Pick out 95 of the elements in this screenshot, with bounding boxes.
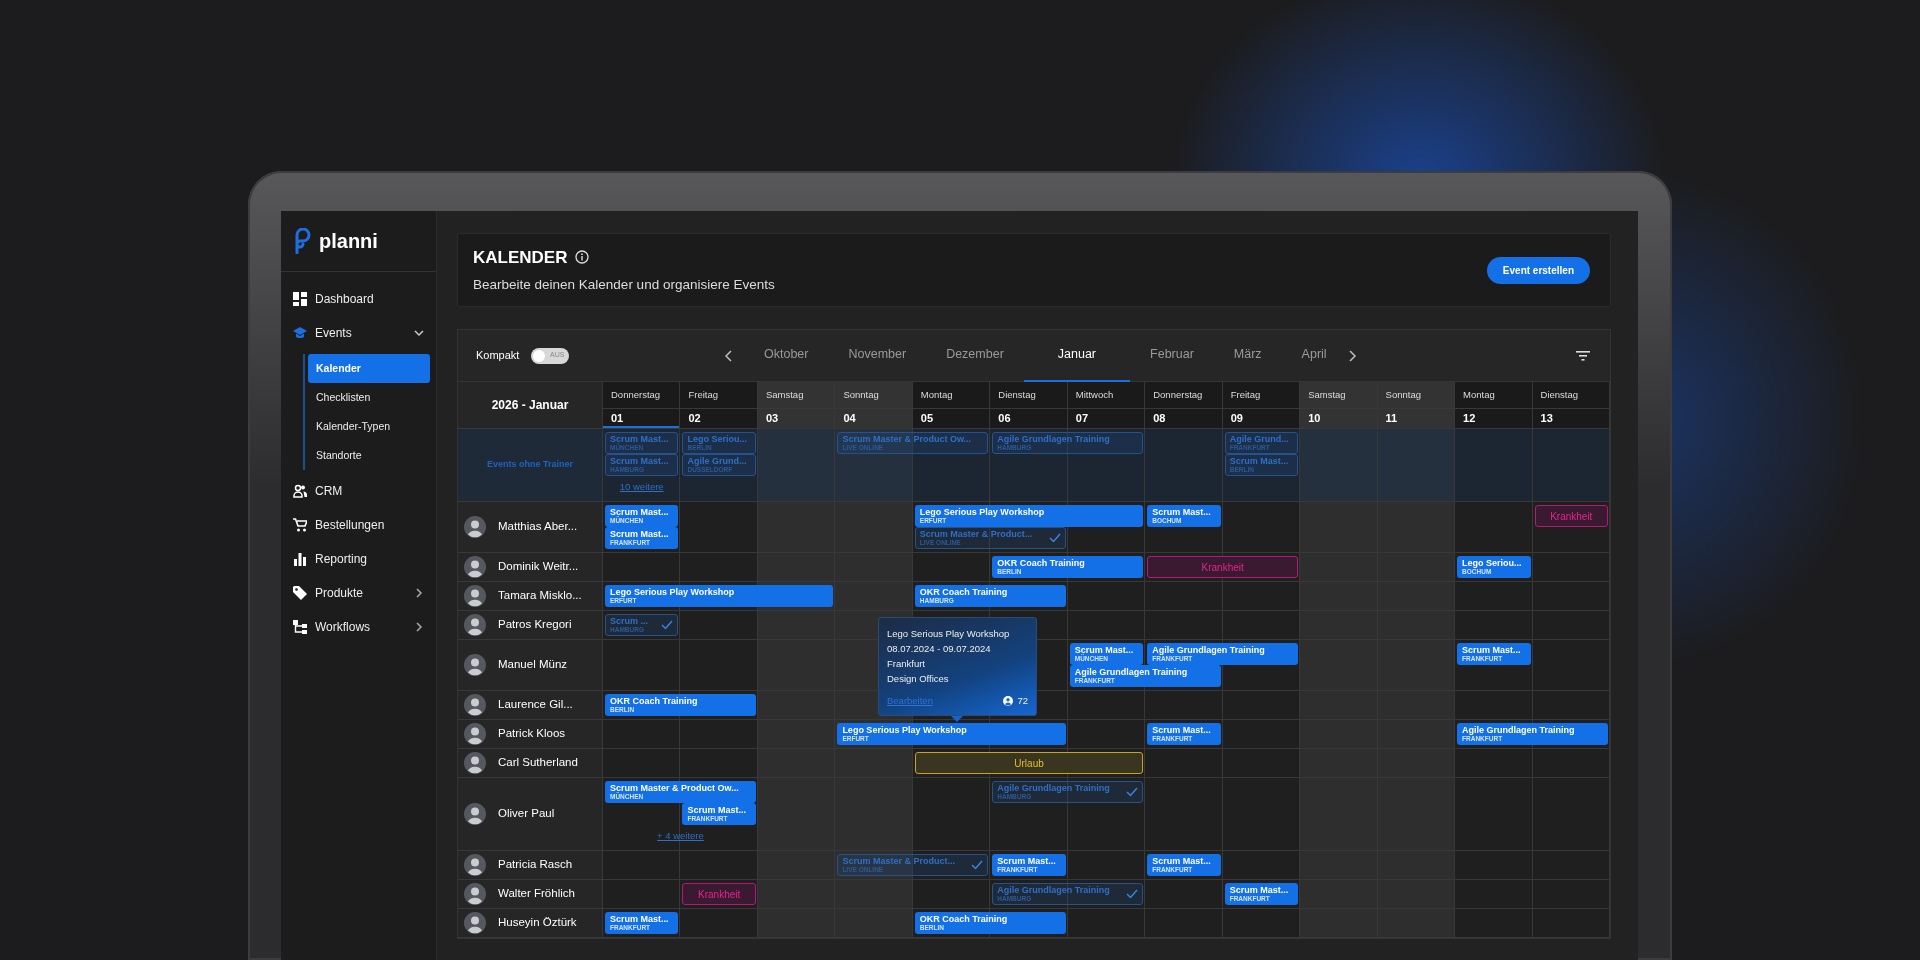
day-name: Montag — [1455, 382, 1533, 409]
day-date: 09 — [1222, 409, 1301, 429]
check-icon — [1126, 889, 1139, 899]
trainer-name: Carl Sutherland — [498, 755, 578, 771]
check-icon — [971, 860, 984, 870]
day-date: 12 — [1455, 409, 1533, 429]
trainer-name: Laurence Gil... — [498, 697, 573, 713]
person-icon — [1003, 695, 1014, 706]
day-name: Dienstag — [990, 382, 1068, 409]
avatar-icon — [464, 694, 486, 716]
day-name: Freitag — [1222, 382, 1301, 409]
nav-item[interactable]: Reporting — [281, 542, 436, 576]
check-icon — [1126, 787, 1139, 797]
popover-title: Lego Serious Play Workshop — [887, 627, 1011, 641]
trainer-name: Tamara Misklo... — [498, 588, 582, 604]
nav-item[interactable]: CRM — [281, 474, 436, 508]
sick-leave-bar[interactable]: Krankheit — [682, 883, 756, 905]
month-tab[interactable]: März — [1213, 329, 1282, 382]
day-name: Sonntag — [1377, 382, 1456, 409]
trainer-name: Manuel Münz — [498, 657, 568, 673]
chevron-left-icon[interactable] — [724, 349, 734, 362]
day-date: 08 — [1145, 409, 1223, 429]
trainer-name: Dominik Weitr... — [498, 559, 579, 575]
day-date: 11 — [1377, 409, 1456, 429]
day-date: 04 — [835, 409, 913, 429]
avatar-icon — [464, 654, 486, 676]
day-name: Mittwoch — [1067, 382, 1146, 409]
nav-item[interactable]: Produkte — [281, 576, 436, 610]
avatar-icon — [464, 883, 486, 905]
more-link[interactable]: + 4 weitere — [657, 828, 704, 844]
nav-item[interactable]: Bestellungen — [281, 508, 436, 542]
month-tab[interactable]: November — [828, 329, 927, 382]
participant-count: 72 — [1017, 694, 1028, 708]
trainer-name: Patrick Kloos — [498, 726, 566, 742]
more-link[interactable]: 10 weitere — [619, 479, 664, 495]
trainer-name: Matthias Aber... — [498, 519, 578, 535]
check-icon — [1048, 533, 1061, 543]
day-name: Montag — [912, 382, 991, 409]
month-tab[interactable]: April — [1281, 329, 1347, 382]
day-name: Samstag — [1300, 382, 1378, 409]
date-range: 08.07.2024 - 09.07.2024 — [887, 642, 992, 656]
avatar-icon — [464, 516, 486, 538]
page-title: KALENDER — [473, 246, 568, 269]
month-tab[interactable]: Oktober — [744, 329, 829, 382]
city-text: Frankfurt — [887, 657, 926, 671]
day-name: Freitag — [680, 382, 758, 409]
logo-icon — [293, 228, 313, 254]
avatar-icon — [464, 585, 486, 607]
info-icon — [575, 250, 590, 265]
create-event-button[interactable]: Event erstellen — [1486, 256, 1590, 284]
submenu-item[interactable]: Standorte — [308, 441, 430, 470]
day-date: 13 — [1532, 409, 1610, 429]
trainer-name: Huseyin Öztürk — [498, 915, 577, 931]
trainer-name: Walter Fröhlich — [498, 886, 575, 902]
avatar-icon — [464, 912, 486, 934]
day-name: Donnerstag — [603, 382, 681, 409]
avatar-icon — [464, 854, 486, 876]
logo-text: planni — [319, 229, 378, 254]
submenu-item[interactable]: Kalender-Typen — [308, 412, 430, 441]
avatar-icon — [464, 556, 486, 578]
day-date: 01 — [603, 409, 681, 429]
filter-icon[interactable] — [1576, 350, 1590, 361]
day-date: 03 — [757, 409, 836, 429]
page-subtitle: Bearbeite deinen Kalender und organisiere Events — [473, 276, 776, 295]
avatar-icon — [464, 803, 486, 825]
trainer-name: Patros Kregori — [498, 617, 572, 633]
month-tab[interactable]: Februar — [1130, 329, 1214, 382]
day-date: 02 — [680, 409, 758, 429]
chevron-right-icon[interactable] — [1346, 349, 1357, 362]
vacation-bar[interactable]: Urlaub — [914, 752, 1144, 774]
check-icon — [661, 620, 674, 630]
day-name: Donnerstag — [1145, 382, 1223, 409]
venue-text: Design Offices — [887, 672, 950, 686]
submenu-item[interactable]: Checklisten — [308, 383, 430, 412]
sick-leave-bar[interactable]: Krankheit — [1534, 505, 1608, 527]
row-label: Events ohne Trainer — [458, 429, 603, 501]
day-date: 06 — [990, 409, 1068, 429]
avatar-icon — [464, 614, 486, 636]
avatar-icon — [464, 752, 486, 774]
day-date: 07 — [1067, 409, 1146, 429]
day-name: Sonntag — [835, 382, 913, 409]
nav-item[interactable]: Dashboard — [281, 282, 436, 316]
trainer-name: Oliver Paul — [498, 806, 555, 822]
sick-leave-bar[interactable]: Krankheit — [1147, 556, 1299, 578]
month-tab[interactable]: Dezember — [926, 329, 1024, 382]
day-date: 10 — [1300, 409, 1378, 429]
trainer-name: Patricia Rasch — [498, 857, 573, 873]
avatar-icon — [464, 723, 486, 745]
compact-label: Kompakt — [476, 348, 520, 364]
day-name: Samstag — [757, 382, 836, 409]
submenu-item[interactable]: Kalender — [308, 354, 430, 383]
nav-item[interactable]: Events — [281, 316, 436, 350]
nav-item[interactable]: Workflows — [281, 610, 436, 644]
day-name: Dienstag — [1532, 382, 1610, 409]
day-date: 05 — [912, 409, 991, 429]
